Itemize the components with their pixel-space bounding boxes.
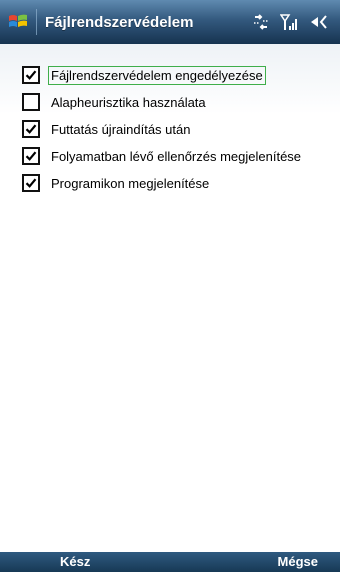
- option-basic-heuristics[interactable]: Alapheurisztika használata: [22, 91, 208, 113]
- title-bar: Fájlrendszervédelem: [0, 0, 340, 44]
- option-label: Futtatás újraindítás után: [51, 121, 191, 137]
- window-title: Fájlrendszervédelem: [45, 13, 194, 31]
- done-softkey[interactable]: Kész: [60, 554, 90, 569]
- windows-flag-icon[interactable]: [0, 0, 36, 44]
- checkmark-icon: [25, 124, 37, 134]
- option-label: Alapheurisztika használata: [51, 94, 206, 110]
- checkmark-icon: [25, 151, 37, 161]
- option-run-after-restart[interactable]: Futtatás újraindítás után: [22, 118, 192, 140]
- checkbox[interactable]: [22, 93, 40, 111]
- checkbox[interactable]: [22, 66, 40, 84]
- signal-strength-icon[interactable]: [280, 13, 300, 31]
- checkbox[interactable]: [22, 147, 40, 165]
- status-icons: [252, 0, 330, 44]
- softkey-bar: Kész Mégse: [0, 552, 340, 572]
- cancel-softkey[interactable]: Mégse: [278, 554, 318, 569]
- option-label: Programikon megjelenítése: [51, 175, 210, 191]
- option-enable-protection[interactable]: Fájlrendszervédelem engedélyezése: [22, 64, 266, 86]
- checkbox[interactable]: [22, 120, 40, 138]
- checkmark-icon: [25, 178, 37, 188]
- option-label: Folyamatban lévő ellenőrzés megjelenítés…: [51, 148, 302, 164]
- checkmark-icon: [25, 70, 37, 80]
- option-label: Fájlrendszervédelem engedélyezése: [48, 65, 266, 85]
- option-show-program-icon[interactable]: Programikon megjelenítése: [22, 172, 211, 194]
- checkbox[interactable]: [22, 174, 40, 192]
- option-show-scan-progress[interactable]: Folyamatban lévő ellenőrzés megjelenítés…: [22, 145, 303, 167]
- title-separator: [36, 9, 37, 35]
- data-connection-icon[interactable]: [252, 14, 270, 30]
- settings-content: Fájlrendszervédelem engedélyezése Alaphe…: [0, 44, 340, 552]
- speaker-icon[interactable]: [310, 14, 330, 30]
